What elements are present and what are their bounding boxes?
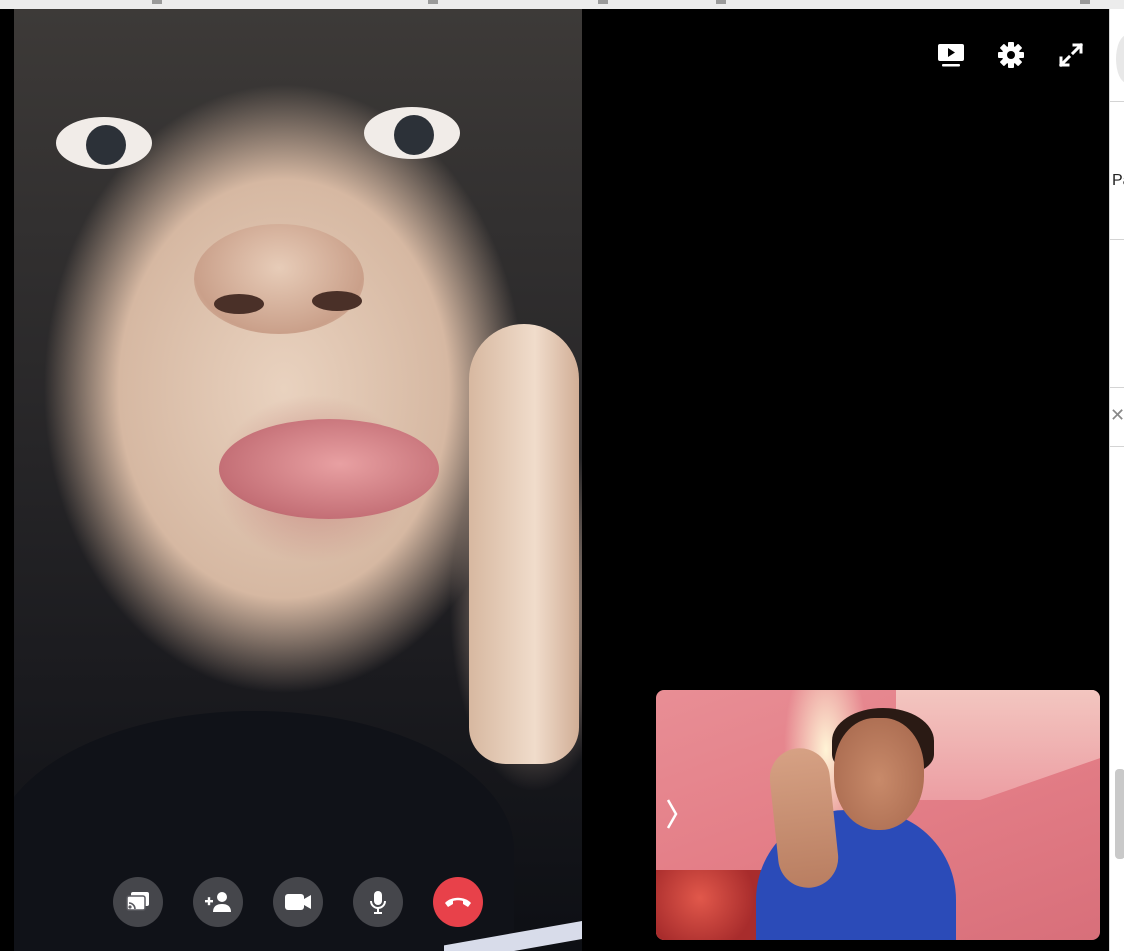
- fullscreen-button[interactable]: [1053, 37, 1089, 73]
- gear-icon: [998, 42, 1024, 68]
- remote-nostril: [312, 291, 362, 311]
- settings-button[interactable]: [993, 37, 1029, 73]
- collapse-self-view-button[interactable]: [662, 796, 682, 832]
- top-controls: [933, 37, 1089, 73]
- side-panel-label: Pa: [1112, 172, 1124, 189]
- present-screen-button[interactable]: [933, 37, 969, 73]
- end-call-button[interactable]: [433, 877, 483, 927]
- call-controls-bar: [113, 877, 483, 927]
- remote-tongue: [219, 419, 439, 519]
- close-icon[interactable]: ✕: [1110, 405, 1124, 425]
- side-panel-fragment: Pa ✕: [1109, 9, 1124, 951]
- remote-right-iris: [394, 115, 434, 155]
- avatar: [1116, 35, 1124, 83]
- video-toggle-button[interactable]: [273, 877, 323, 927]
- side-panel-divider: [1110, 387, 1124, 388]
- remote-participant-video: [14, 9, 582, 951]
- remote-right-eye: [364, 107, 460, 159]
- top-strip-mark: [1080, 0, 1090, 4]
- top-strip-mark: [598, 0, 608, 4]
- top-strip-mark: [428, 0, 438, 4]
- end-call-icon: [445, 897, 471, 907]
- side-panel-divider: [1110, 101, 1124, 102]
- top-strip-mark: [152, 0, 162, 4]
- fullscreen-icon: [1058, 42, 1084, 68]
- side-panel-divider: [1110, 446, 1124, 447]
- microphone-toggle-button[interactable]: [353, 877, 403, 927]
- remote-finger: [469, 324, 579, 764]
- remote-nose: [194, 224, 364, 334]
- self-view-video[interactable]: [656, 690, 1100, 940]
- chevron-right-icon: [666, 799, 678, 829]
- microphone-icon: [370, 891, 386, 914]
- side-panel-scrollbar[interactable]: [1115, 769, 1124, 859]
- self-view-face: [834, 718, 924, 830]
- add-participant-button[interactable]: [193, 877, 243, 927]
- cast-icon: [126, 892, 149, 911]
- video-call-stage: [0, 9, 1109, 951]
- top-strip-mark: [716, 0, 726, 4]
- self-view-blanket: [656, 870, 766, 940]
- present-screen-icon: [938, 44, 964, 67]
- add-person-icon: [205, 892, 231, 912]
- remote-left-eye: [56, 117, 152, 169]
- cast-button[interactable]: [113, 877, 163, 927]
- video-camera-icon: [285, 894, 311, 910]
- remote-left-iris: [86, 125, 126, 165]
- remote-nostril: [214, 294, 264, 314]
- side-panel-divider: [1110, 239, 1124, 240]
